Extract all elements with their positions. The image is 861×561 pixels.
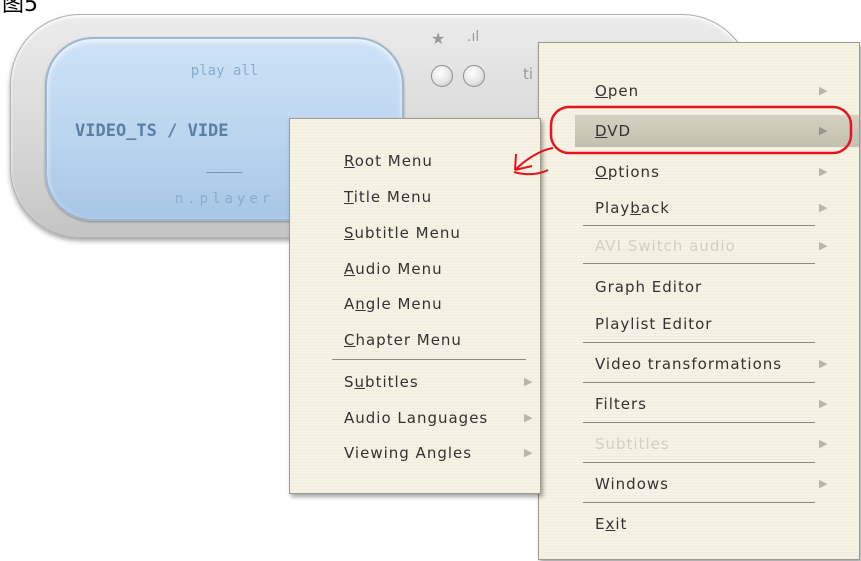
menu-item-label-pre: E bbox=[595, 515, 606, 533]
menu-item-label: AVI Switch audio bbox=[595, 237, 736, 255]
menu-item-label: VD bbox=[607, 122, 632, 140]
menu-item-graph-editor[interactable]: Graph Editor bbox=[595, 271, 845, 303]
menu-item-label: btitles bbox=[365, 373, 419, 391]
submenu-arrow-icon: ▶ bbox=[819, 124, 829, 137]
mnemonic: n bbox=[355, 295, 366, 313]
signal-icon: .ıl bbox=[467, 29, 480, 45]
menu-item-label: ack bbox=[640, 199, 670, 217]
menu-item-label: ptions bbox=[607, 163, 660, 181]
submenu-item-viewing-angles[interactable]: Viewing Angles ▶ bbox=[344, 437, 534, 469]
menu-item-label: pen bbox=[607, 82, 640, 100]
submenu-arrow-icon: ▶ bbox=[819, 201, 829, 214]
menu-item-label: Video transformations bbox=[595, 355, 783, 373]
menu-separator bbox=[583, 502, 815, 503]
mnemonic: u bbox=[354, 373, 366, 391]
menu-item-label: itle Menu bbox=[353, 188, 433, 206]
submenu-arrow-icon: ▶ bbox=[819, 357, 829, 370]
menu-item-label: Graph Editor bbox=[595, 278, 703, 296]
menu-item-label: Playlist Editor bbox=[595, 315, 713, 333]
menu-item-label: it bbox=[615, 515, 628, 533]
submenu-item-root-menu[interactable]: Root Menu bbox=[344, 145, 524, 177]
menu-separator bbox=[583, 422, 815, 423]
play-all-label[interactable]: play all bbox=[47, 63, 402, 79]
mnemonic: D bbox=[595, 122, 608, 140]
submenu-arrow-icon: ▶ bbox=[819, 437, 829, 450]
mnemonic: A bbox=[344, 260, 356, 278]
submenu-item-subtitles[interactable]: Subtitles ▶ bbox=[344, 366, 534, 398]
player-side-text: ti bbox=[523, 65, 534, 83]
submenu-item-chapter-menu[interactable]: Chapter Menu bbox=[344, 324, 524, 356]
mnemonic: b bbox=[630, 199, 641, 217]
menu-item-label: Audio Languages bbox=[344, 409, 489, 427]
round-button-1[interactable] bbox=[431, 65, 453, 87]
menu-item-windows[interactable]: Windows ▶ bbox=[595, 468, 845, 500]
menu-separator bbox=[583, 382, 815, 383]
submenu-item-subtitle-menu[interactable]: Subtitle Menu bbox=[344, 217, 524, 249]
star-icon[interactable]: ★ bbox=[431, 29, 445, 48]
now-playing-title: VIDEO_TS / VIDE bbox=[75, 121, 229, 141]
submenu-arrow-icon: ▶ bbox=[819, 397, 829, 410]
menu-item-playlist-editor[interactable]: Playlist Editor bbox=[595, 308, 845, 340]
submenu-item-audio-menu[interactable]: Audio Menu bbox=[344, 253, 524, 285]
submenu-arrow-icon: ▶ bbox=[524, 446, 534, 459]
menu-item-subtitles: Subtitles ▶ bbox=[595, 428, 845, 460]
menu-item-label-pre: S bbox=[344, 373, 355, 391]
menu-separator bbox=[583, 225, 815, 226]
menu-item-options[interactable]: Options ▶ bbox=[595, 156, 845, 188]
submenu-arrow-icon: ▶ bbox=[819, 477, 829, 490]
menu-item-filters[interactable]: Filters ▶ bbox=[595, 388, 845, 420]
submenu-item-audio-languages[interactable]: Audio Languages ▶ bbox=[344, 402, 534, 434]
menu-item-label: ubtitle Menu bbox=[354, 224, 461, 242]
menu-item-exit[interactable]: Exit bbox=[595, 508, 845, 540]
submenu-arrow-icon: ▶ bbox=[819, 239, 829, 252]
submenu-arrow-icon: ▶ bbox=[524, 375, 534, 388]
menu-separator bbox=[332, 359, 526, 360]
menu-item-label: oot Menu bbox=[354, 152, 433, 170]
figure-label: 图5 bbox=[2, 0, 38, 17]
menu-item-label: Subtitles bbox=[595, 435, 670, 453]
round-button-2[interactable] bbox=[463, 65, 485, 87]
menu-item-label: udio Menu bbox=[355, 260, 443, 278]
menu-item-label: Viewing Angles bbox=[344, 444, 473, 462]
menu-item-avi-switch-audio: AVI Switch audio ▶ bbox=[595, 230, 845, 262]
mnemonic: x bbox=[605, 515, 616, 533]
submenu-arrow-icon: ▶ bbox=[819, 84, 829, 97]
main-context-menu: Open ▶ DVD ▶ Options ▶ Playback ▶ AVI Sw… bbox=[538, 42, 860, 560]
menu-item-label: Filters bbox=[595, 395, 647, 413]
submenu-item-title-menu[interactable]: Title Menu bbox=[344, 181, 524, 213]
menu-item-label: hapter Menu bbox=[355, 331, 462, 349]
menu-item-label: Windows bbox=[595, 475, 669, 493]
mnemonic: O bbox=[595, 82, 608, 100]
menu-separator bbox=[583, 263, 815, 264]
submenu-arrow-icon: ▶ bbox=[819, 165, 829, 178]
mnemonic: T bbox=[344, 188, 354, 206]
menu-item-video-transformations[interactable]: Video transformations ▶ bbox=[595, 348, 855, 380]
menu-separator bbox=[583, 342, 815, 343]
menu-item-label-pre: Play bbox=[595, 199, 631, 217]
dvd-submenu: Root Menu Title Menu Subtitle Menu Audio… bbox=[289, 118, 541, 494]
mnemonic: R bbox=[344, 152, 355, 170]
mnemonic: O bbox=[595, 163, 608, 181]
mnemonic: S bbox=[344, 224, 355, 242]
menu-item-open[interactable]: Open ▶ bbox=[595, 75, 845, 107]
menu-item-playback[interactable]: Playback ▶ bbox=[595, 192, 845, 224]
menu-item-dvd[interactable]: DVD ▶ bbox=[575, 115, 859, 147]
mnemonic: C bbox=[344, 331, 356, 349]
submenu-arrow-icon: ▶ bbox=[524, 411, 534, 424]
menu-item-label-pre: A bbox=[344, 295, 356, 313]
menu-separator bbox=[583, 462, 815, 463]
menu-item-label: gle Menu bbox=[365, 295, 443, 313]
submenu-item-angle-menu[interactable]: Angle Menu bbox=[344, 288, 524, 320]
